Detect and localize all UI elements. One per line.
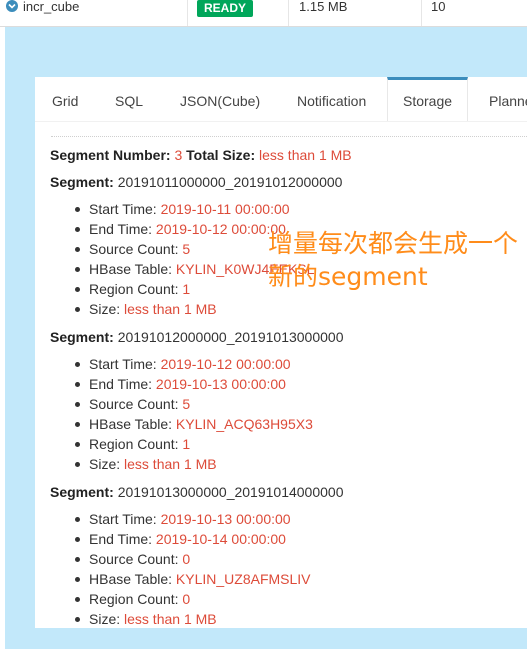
start-time-value: 2019-10-13 00:00:00 — [160, 511, 291, 527]
end-time-label: End Time: — [89, 221, 153, 237]
total-size-label: Total Size: — [186, 147, 256, 163]
hbase-table-item: HBase Table: KYLIN_ACQ63H95X3 — [75, 414, 313, 434]
column-divider — [187, 0, 188, 26]
segment-block: Segment: 20191013000000_20191014000000 S… — [50, 482, 527, 627]
segment-title: Segment: 20191013000000_20191014000000 — [50, 482, 527, 502]
segment-number-value: 3 — [174, 147, 183, 163]
tab-grid[interactable]: Grid — [52, 77, 78, 121]
region-count-label: Region Count: — [89, 591, 179, 607]
start-time-value: 2019-10-12 00:00:00 — [160, 356, 291, 372]
tab-planner[interactable]: Planner — [489, 77, 527, 121]
size-value: less than 1 MB — [124, 456, 217, 472]
end-time-item: End Time: 2019-10-14 00:00:00 — [75, 529, 311, 549]
segment-number-label: Segment Number: — [50, 147, 171, 163]
segment-name: 20191013000000_20191014000000 — [117, 484, 344, 500]
source-count-label: Source Count: — [89, 241, 179, 257]
source-count-value: 5 — [182, 241, 191, 257]
segment-title: Segment: 20191011000000_20191012000000 — [50, 172, 527, 192]
region-count-value: 0 — [182, 591, 191, 607]
divider — [51, 136, 527, 137]
segment-name: 20191012000000_20191013000000 — [117, 329, 344, 345]
hbase-table-label: HBase Table: — [89, 261, 173, 277]
end-time-item: End Time: 2019-10-13 00:00:00 — [75, 374, 313, 394]
hbase-table-value: KYLIN_ACQ63H95X3 — [175, 416, 313, 432]
size-value: less than 1 MB — [124, 301, 217, 317]
end-time-value: 2019-10-14 00:00:00 — [155, 531, 286, 547]
start-time-label: Start Time: — [89, 356, 157, 372]
annotation-text: 增量每次都会生成一个 新的segment — [268, 227, 527, 293]
segment-name: 20191011000000_20191012000000 — [117, 174, 343, 190]
tab-sql[interactable]: SQL — [115, 77, 143, 121]
segment-block: Segment: 20191012000000_20191013000000 S… — [50, 327, 527, 472]
cube-size-cell: 1.15 MB — [299, 0, 348, 14]
source-count-label: Source Count: — [89, 551, 179, 567]
start-time-item: Start Time: 2019-10-11 00:00:00 — [75, 199, 314, 219]
segment-properties: Start Time: 2019-10-13 00:00:00 End Time… — [75, 509, 311, 628]
cube-table-row[interactable]: incr_cube READY 1.15 MB 10 — [0, 0, 527, 27]
segment-properties: Start Time: 2019-10-12 00:00:00 End Time… — [75, 354, 313, 474]
start-time-label: Start Time: — [89, 201, 157, 217]
source-count-label: Source Count: — [89, 396, 179, 412]
region-count-item: Region Count: 1 — [75, 434, 313, 454]
region-count-label: Region Count: — [89, 281, 179, 297]
segment-title: Segment: 20191012000000_20191013000000 — [50, 327, 527, 347]
tab-json-cube[interactable]: JSON(Cube) — [180, 77, 260, 121]
size-item: Size: less than 1 MB — [75, 609, 311, 628]
end-time-label: End Time: — [89, 376, 153, 392]
storage-summary: Segment Number: 3 Total Size: less than … — [50, 147, 352, 163]
hbase-table-value: KYLIN_UZ8AFMSLIV — [175, 571, 311, 587]
size-label: Size: — [89, 611, 121, 627]
annotation-line-1: 增量每次都会生成一个 — [268, 229, 519, 258]
hbase-table-item: HBase Table: KYLIN_UZ8AFMSLIV — [75, 569, 311, 589]
hbase-table-label: HBase Table: — [89, 571, 173, 587]
source-count-item: Source Count: 5 — [75, 394, 313, 414]
detail-tabs: Grid SQL JSON(Cube) Notification Storage… — [35, 77, 527, 122]
region-count-value: 1 — [182, 436, 191, 452]
cube-name: incr_cube — [23, 0, 80, 14]
tab-storage[interactable]: Storage — [387, 77, 469, 121]
source-count-value: 0 — [182, 551, 191, 567]
chevron-down-circle-icon[interactable] — [6, 0, 18, 12]
size-item: Size: less than 1 MB — [75, 299, 314, 319]
size-label: Size: — [89, 456, 121, 472]
column-divider — [421, 0, 422, 26]
start-time-value: 2019-10-11 00:00:00 — [160, 201, 290, 217]
cube-name-cell: incr_cube — [6, 0, 79, 26]
cube-detail-panel: Grid SQL JSON(Cube) Notification Storage… — [35, 77, 527, 628]
end-time-label: End Time: — [89, 531, 153, 547]
segment-label: Segment: — [50, 484, 114, 500]
hbase-table-label: HBase Table: — [89, 416, 173, 432]
segment-label: Segment: — [50, 329, 114, 345]
size-label: Size: — [89, 301, 121, 317]
tab-notification[interactable]: Notification — [297, 77, 366, 121]
column-divider — [288, 0, 289, 26]
cube-count-cell: 10 — [431, 0, 446, 14]
region-count-label: Region Count: — [89, 436, 179, 452]
end-time-value: 2019-10-13 00:00:00 — [155, 376, 286, 392]
start-time-label: Start Time: — [89, 511, 157, 527]
annotation-line-2: 新的segment — [268, 262, 428, 291]
region-count-value: 1 — [182, 281, 191, 297]
start-time-item: Start Time: 2019-10-12 00:00:00 — [75, 354, 313, 374]
size-item: Size: less than 1 MB — [75, 454, 313, 474]
region-count-item: Region Count: 0 — [75, 589, 311, 609]
start-time-item: Start Time: 2019-10-13 00:00:00 — [75, 509, 311, 529]
size-value: less than 1 MB — [124, 611, 217, 627]
source-count-item: Source Count: 0 — [75, 549, 311, 569]
status-badge: READY — [197, 0, 253, 17]
total-size-value: less than 1 MB — [259, 147, 352, 163]
segment-label: Segment: — [50, 174, 114, 190]
source-count-value: 5 — [182, 396, 191, 412]
end-time-value: 2019-10-12 00:00:00 — [155, 221, 286, 237]
segment-block: Segment: 20191011000000_20191012000000 S… — [50, 172, 527, 317]
